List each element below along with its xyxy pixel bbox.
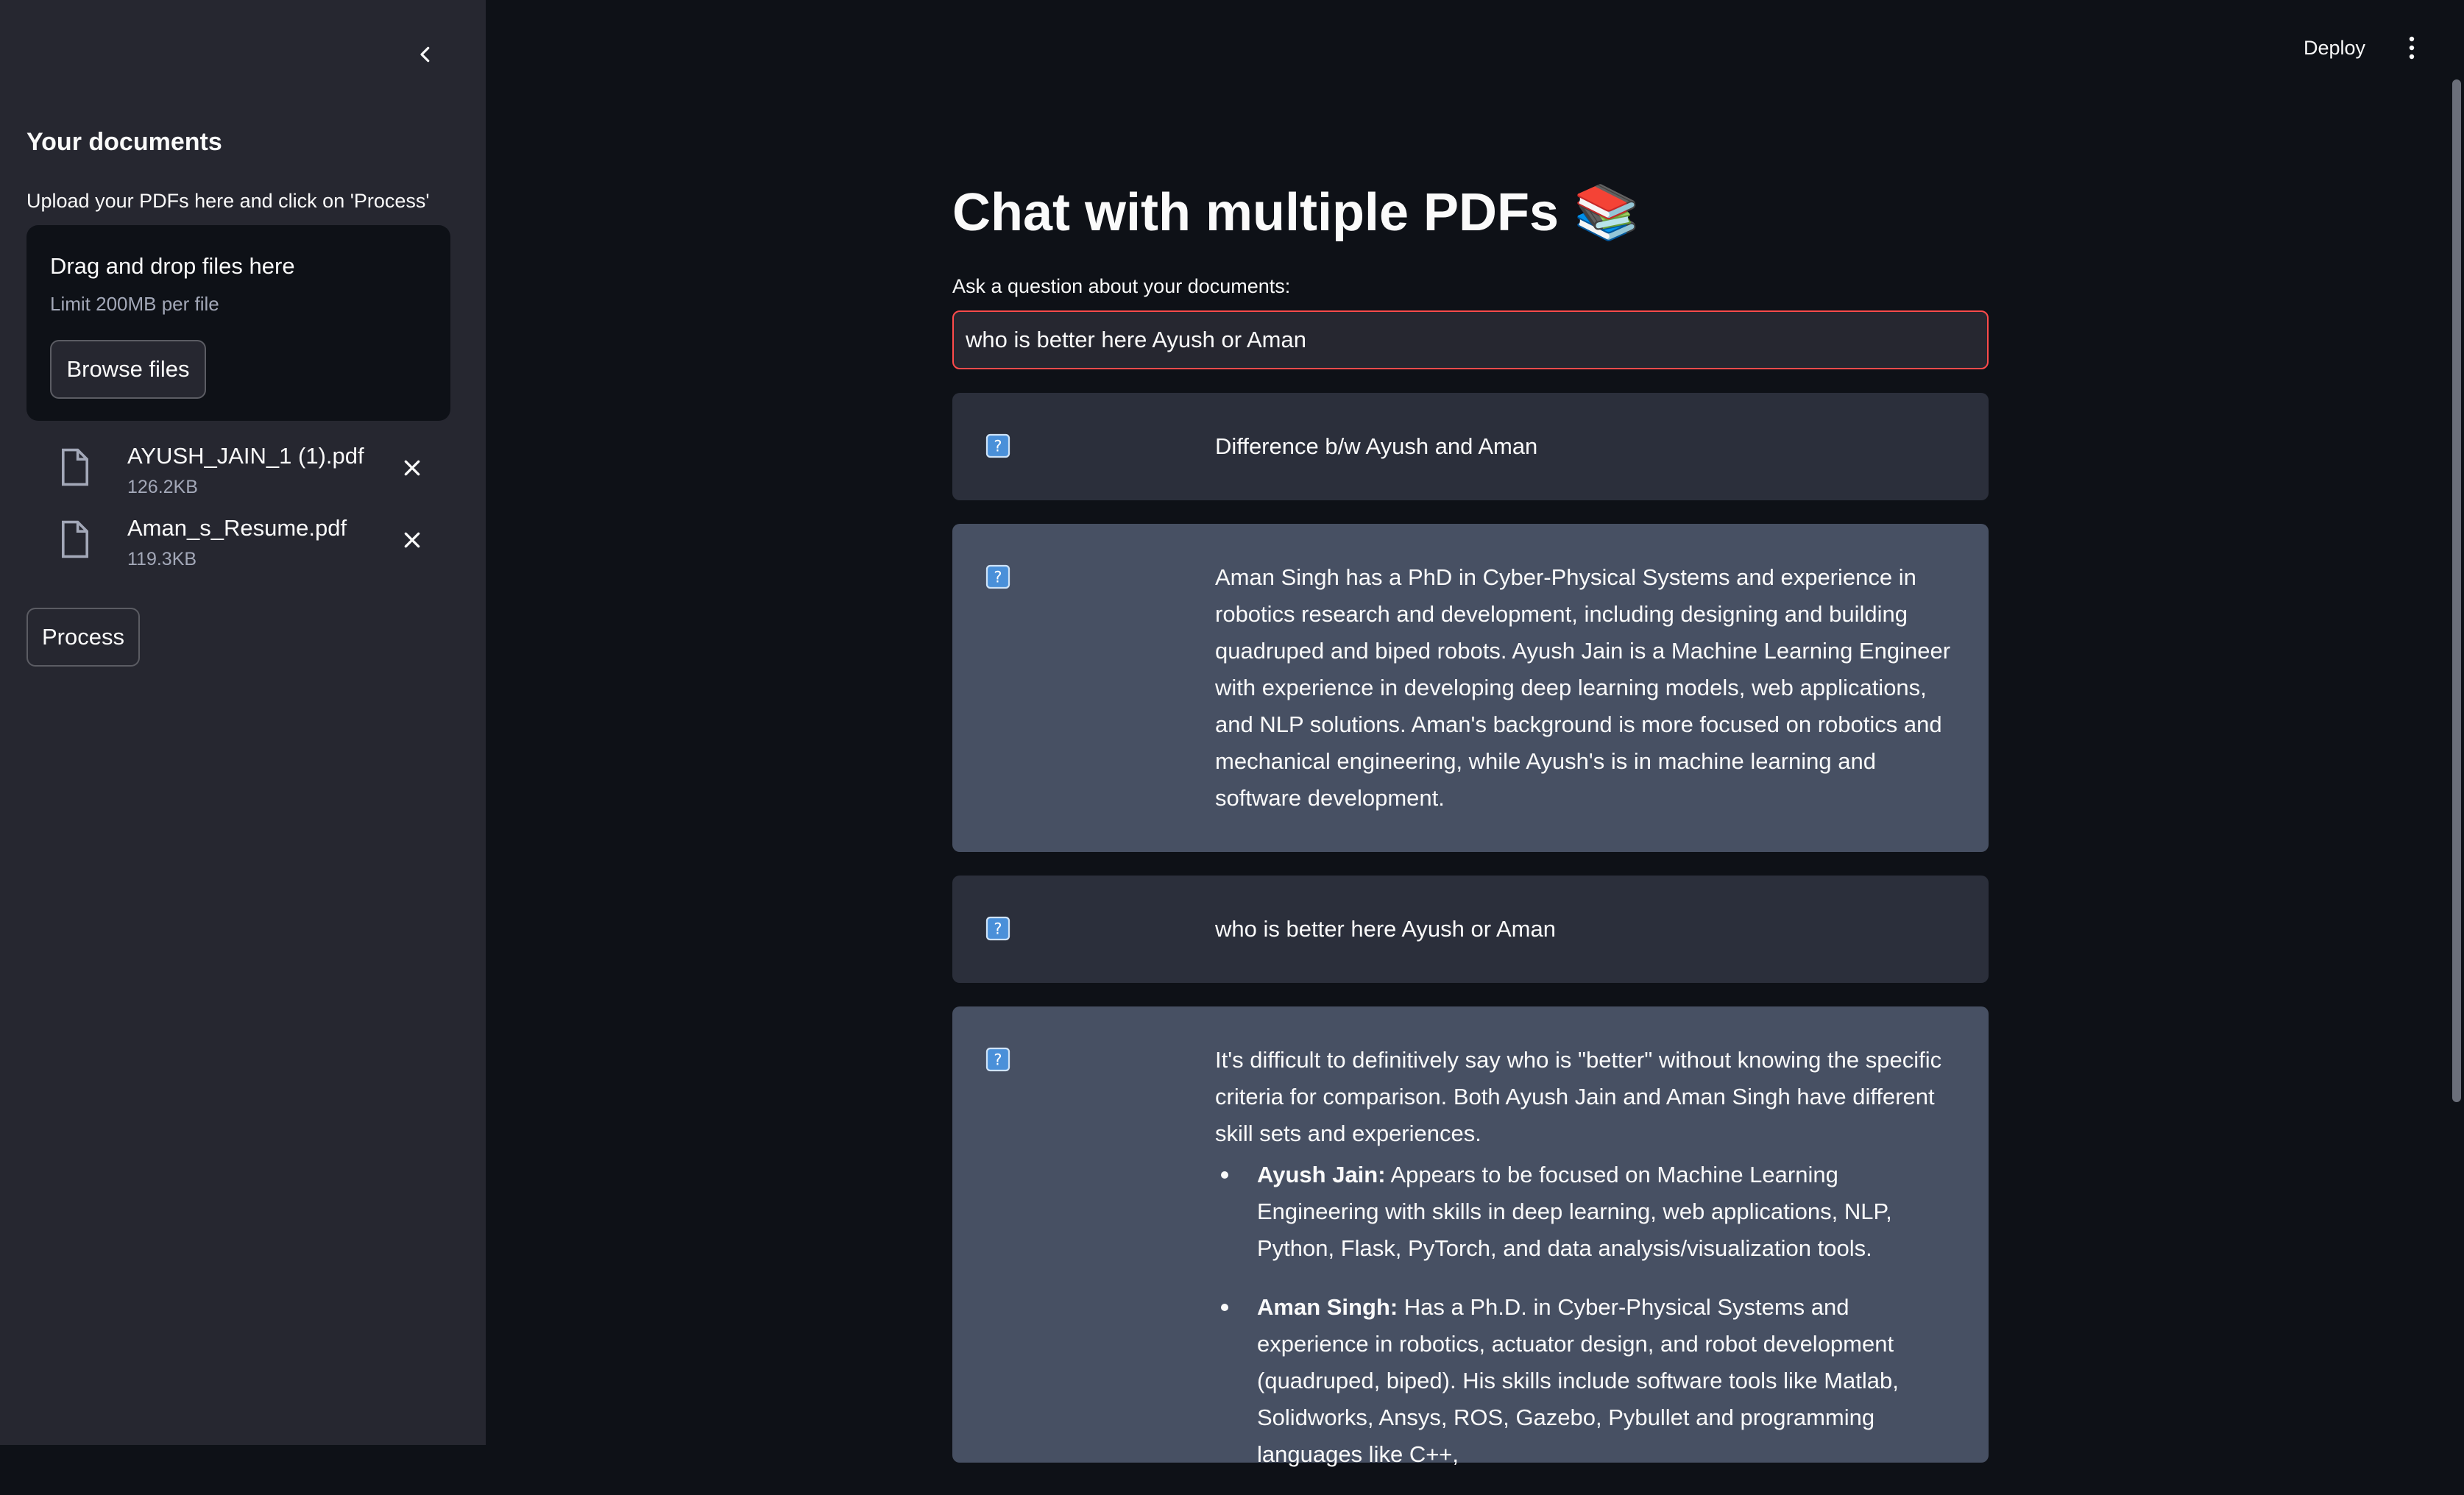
bullet-label: Ayush Jain: bbox=[1257, 1162, 1386, 1187]
message-text: who is better here Ayush or Aman bbox=[1215, 916, 1556, 942]
question-icon: ? bbox=[985, 1047, 1010, 1072]
question-label: Ask a question about your documents: bbox=[952, 275, 1291, 297]
svg-text:?: ? bbox=[994, 569, 1002, 586]
svg-text:?: ? bbox=[994, 1051, 1002, 1069]
question-input[interactable] bbox=[952, 310, 1989, 369]
bullet-label: Aman Singh: bbox=[1257, 1294, 1398, 1320]
message-text: Aman Singh has a PhD in Cyber-Physical S… bbox=[1215, 564, 1951, 811]
uploaded-file-item: AYUSH_JAIN_1 (1).pdf 126.2KB bbox=[26, 443, 450, 509]
file-name: Aman_s_Resume.pdf bbox=[127, 515, 347, 541]
avatar: ? bbox=[985, 564, 1011, 590]
question-icon: ? bbox=[985, 916, 1010, 941]
main-menu-button[interactable] bbox=[2395, 29, 2429, 66]
chat-message-bot: ? It's difficult to definitively say who… bbox=[952, 1006, 1989, 1467]
main-content: Chat with multiple PDFs 📚 Ask a question… bbox=[952, 0, 1989, 1467]
svg-text:?: ? bbox=[994, 438, 1002, 455]
dropzone-title: Drag and drop files here bbox=[50, 253, 295, 279]
upload-label: Upload your PDFs here and click on 'Proc… bbox=[26, 190, 430, 212]
message-intro: It's difficult to definitively say who i… bbox=[1215, 1047, 1942, 1146]
dropzone-limit: Limit 200MB per file bbox=[50, 293, 219, 315]
browse-files-button[interactable]: Browse files bbox=[50, 340, 206, 399]
remove-file-button[interactable] bbox=[394, 450, 430, 486]
svg-text:?: ? bbox=[994, 920, 1002, 938]
file-icon bbox=[62, 448, 88, 486]
chat-message-bot: ? Aman Singh has a PhD in Cyber-Physical… bbox=[952, 524, 1989, 852]
process-button[interactable]: Process bbox=[26, 608, 140, 667]
message-text: Difference b/w Ayush and Aman bbox=[1215, 433, 1538, 459]
file-size: 126.2KB bbox=[127, 477, 198, 497]
deploy-button[interactable]: Deploy bbox=[2290, 29, 2379, 66]
message-bullet-list: Ayush Jain: Appears to be focused on Mac… bbox=[1215, 1157, 1951, 1473]
page-title: Chat with multiple PDFs 📚 bbox=[952, 183, 1640, 242]
chat-message-user: ? who is better here Ayush or Aman bbox=[952, 876, 1989, 983]
sidebar: Your documents Upload your PDFs here and… bbox=[0, 0, 486, 1445]
bullet-text: Has a Ph.D. in Cyber-Physical Systems an… bbox=[1257, 1294, 1899, 1467]
remove-file-button[interactable] bbox=[394, 522, 430, 558]
file-name: AYUSH_JAIN_1 (1).pdf bbox=[127, 443, 364, 469]
message-text: It's difficult to definitively say who i… bbox=[1215, 1042, 1951, 1495]
close-icon bbox=[404, 460, 420, 476]
avatar: ? bbox=[985, 433, 1011, 459]
uploaded-file-item: Aman_s_Resume.pdf 119.3KB bbox=[26, 515, 450, 581]
more-vertical-icon bbox=[2409, 36, 2415, 60]
sidebar-heading: Your documents bbox=[26, 128, 222, 156]
list-item: Ayush Jain: Appears to be focused on Mac… bbox=[1215, 1157, 1951, 1267]
scrollbar[interactable] bbox=[2452, 79, 2461, 1102]
chevron-left-icon bbox=[420, 46, 430, 63]
collapse-sidebar-button[interactable] bbox=[409, 38, 442, 71]
list-item: Aman Singh: Has a Ph.D. in Cyber-Physica… bbox=[1215, 1289, 1951, 1473]
avatar: ? bbox=[985, 1046, 1011, 1073]
file-size: 119.3KB bbox=[127, 549, 197, 569]
chat-message-user: ? Difference b/w Ayush and Aman bbox=[952, 393, 1989, 500]
avatar: ? bbox=[985, 915, 1011, 942]
file-dropzone[interactable]: Drag and drop files here Limit 200MB per… bbox=[26, 225, 450, 421]
close-icon bbox=[404, 532, 420, 548]
file-icon bbox=[62, 520, 88, 558]
question-icon: ? bbox=[985, 564, 1010, 589]
question-icon: ? bbox=[985, 433, 1010, 458]
